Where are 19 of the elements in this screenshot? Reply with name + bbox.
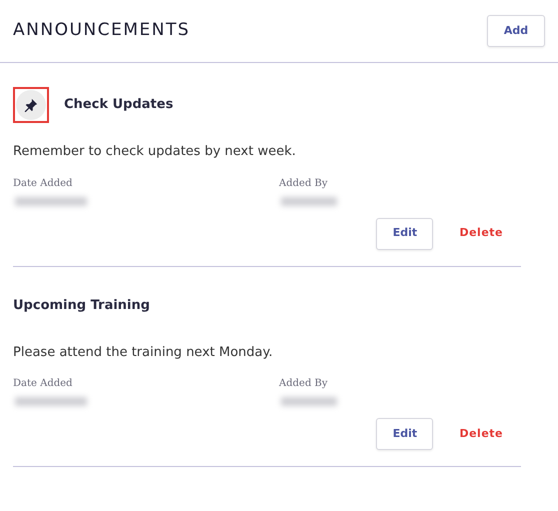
field-label: Added By <box>279 176 329 190</box>
blurred-value <box>281 397 337 406</box>
field-label: Added By <box>279 377 329 391</box>
field-label: Date Added <box>13 377 74 391</box>
edit-button[interactable]: Edit <box>376 218 434 250</box>
blurred-value <box>281 196 337 206</box>
field-label: Date Added <box>13 176 74 190</box>
add-button[interactable]: Add <box>487 15 545 47</box>
announcement-title: Check Updates <box>64 96 174 114</box>
page-title: ANNOUNCEMENTS <box>13 19 190 42</box>
announcement-message: Remember to check updates by next week. <box>13 143 297 161</box>
delete-button[interactable]: Delete <box>459 225 503 242</box>
blurred-value <box>15 397 87 406</box>
delete-button[interactable]: Delete <box>459 426 503 442</box>
pin-icon <box>24 98 38 112</box>
blurred-value <box>15 196 87 206</box>
edit-button[interactable]: Edit <box>376 418 434 450</box>
announcement-message: Please attend the training next Monday. <box>13 344 274 362</box>
announcement-title: Upcoming Training <box>13 296 150 315</box>
